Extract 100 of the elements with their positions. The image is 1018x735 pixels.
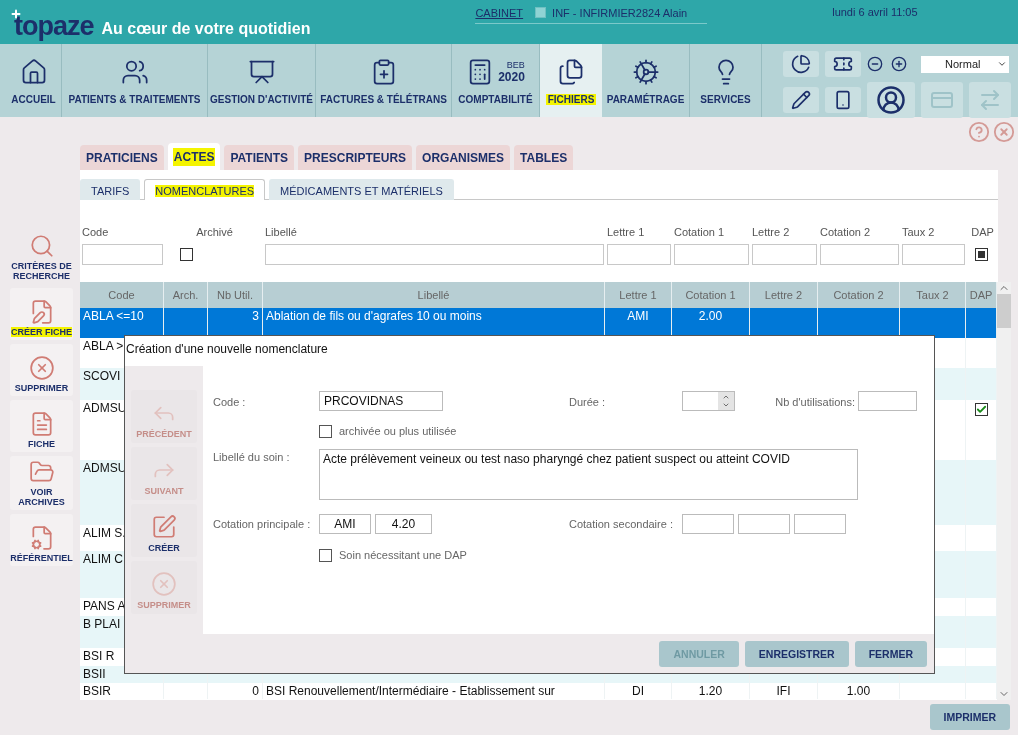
zoom-select[interactable]: Normal (921, 55, 1009, 73)
pencil-icon (791, 90, 811, 110)
zoom-out-icon[interactable] (867, 56, 883, 72)
nav-label: PATIENTS & TRAITEMENTS (67, 94, 202, 105)
tab[interactable]: ACTES (167, 143, 221, 170)
user-name: INF - INFIRMIER2824 Alain (552, 6, 688, 19)
scroll-thumb[interactable] (997, 294, 1011, 328)
pie-chart-icon (791, 54, 811, 74)
nav-item[interactable]: SERVICES (690, 44, 762, 117)
letter-field[interactable] (682, 514, 734, 534)
nav-label: FACTURES & TÉLÉTRANS (319, 94, 448, 105)
letter-field[interactable]: AMI (319, 514, 371, 534)
nav-item[interactable]: FACTURES & TÉLÉTRANS (316, 44, 452, 117)
table-cell: 0 (208, 683, 263, 699)
nav-item[interactable]: ACCUEIL (6, 44, 62, 117)
checkbox[interactable] (319, 548, 332, 562)
tab[interactable]: TABLES (514, 145, 574, 170)
nav-label: PARAMÉTRAGE (605, 94, 686, 105)
nav-item[interactable]: PARAMÉTRAGE (602, 44, 690, 117)
people-icon (120, 58, 149, 86)
close-icon[interactable] (993, 121, 1015, 143)
tab[interactable]: PRATICIENS (80, 145, 164, 170)
zoom-in-icon[interactable] (891, 56, 907, 72)
field-label: Cotation secondaire : (569, 518, 674, 530)
filter-input[interactable] (752, 244, 817, 265)
search-icon (28, 233, 55, 259)
filter-input[interactable] (607, 244, 671, 265)
sidebar-button[interactable]: VOIR ARCHIVES (10, 456, 73, 510)
pencil-button[interactable] (783, 87, 819, 113)
phone-icon (833, 90, 853, 110)
print-button[interactable]: IMPRIMER (929, 704, 1010, 730)
nav-label: COMPTABILITÉ (457, 94, 534, 105)
filter-label: Lettre 2 (751, 226, 790, 238)
phone-button[interactable] (825, 87, 861, 113)
nav-label: FICHIERS (545, 94, 597, 105)
sidebar-button[interactable]: FICHE (10, 400, 73, 452)
help-icon[interactable] (968, 121, 990, 143)
filter-input[interactable] (674, 244, 749, 265)
field-label: Libellé du soin : (213, 451, 291, 463)
nav-item[interactable]: GESTION D'ACTIVITÉ (208, 44, 316, 117)
sidebar-button[interactable]: CRÉER FICHE (10, 288, 73, 340)
transfer-button[interactable] (969, 82, 1011, 118)
subtab[interactable]: TARIFS (80, 179, 141, 200)
checkbox[interactable] (319, 424, 332, 438)
settings-icon (631, 58, 660, 86)
delete-icon (28, 355, 55, 381)
pie-chart-button[interactable] (783, 51, 819, 77)
field-label: Cotation principale : (213, 518, 312, 530)
filter-label: Code (81, 226, 109, 238)
year-code: BEB (506, 60, 525, 70)
sidebar-button[interactable]: SUPPRIMER (10, 344, 73, 396)
cabinet-link[interactable]: CABINET (475, 6, 524, 19)
filter-input[interactable] (820, 244, 899, 265)
code-field[interactable]: PRCOVIDNAS (319, 391, 443, 411)
value-field[interactable]: 4.20 (375, 514, 432, 534)
field-label: Code : (213, 396, 247, 408)
field-label: Nb d'utilisations: (775, 396, 855, 408)
filter-label: Lettre 1 (606, 226, 645, 238)
filter-label: Taux 2 (901, 226, 935, 238)
usage-count-field[interactable] (858, 391, 917, 411)
user-icon (876, 85, 906, 115)
description-field[interactable]: Acte prélèvement veineux ou test naso pharyngé chez patient suspect ou atteint COVID (319, 449, 858, 500)
table-cell: 1.20 (672, 683, 750, 699)
transfer-arrows-icon (978, 88, 1002, 112)
sidebar-button[interactable]: CRITÈRES DE RECHERCHE (10, 230, 73, 284)
duration-spinner[interactable] (682, 391, 735, 411)
subtab[interactable]: MÉDICAMENTS ET MATÉRIELS (269, 179, 454, 200)
subtab[interactable]: NOMENCLATURES (144, 179, 266, 200)
dialog-button[interactable]: FERMER (854, 640, 927, 667)
table-row[interactable]: BSIR 0 BSI Renouvellement/Intermédiaire - Etablissement sur DI 1.20 IFI 1.00 (80, 683, 997, 699)
nav-label: GESTION D'ACTIVITÉ (209, 94, 314, 105)
nav-label: SERVICES (699, 94, 752, 105)
ticket-button[interactable] (825, 51, 861, 77)
sidebar-button[interactable]: RÉFÉRENTIEL (10, 514, 73, 566)
scrollbar[interactable] (997, 282, 1011, 700)
table-cell: BSI Renouvellement/Intermédiaire - Etablissement sur (263, 683, 605, 699)
checkbox-label: Soin nécessitant une DAP (339, 549, 467, 561)
checkbox-label: archivée ou plus utilisée (339, 425, 457, 437)
user-button[interactable] (867, 82, 915, 118)
dialog-button[interactable]: ENREGISTRER (744, 640, 849, 667)
nav-item[interactable]: FICHIERS (540, 44, 602, 117)
table-cell: BSIR (80, 683, 164, 699)
selected-table-row[interactable]: ABLA <=10 3 Ablation de fils ou d'agrafes 10 ou moins AMI 2.00 (80, 308, 997, 338)
rate-field[interactable] (794, 514, 846, 534)
filter-input[interactable] (902, 244, 965, 265)
card-button[interactable] (921, 82, 963, 118)
table-cell: IFI (750, 683, 818, 699)
dialog-action-button[interactable]: CRÉER (131, 504, 197, 557)
nav-label: ACCUEIL (10, 94, 57, 105)
filter-input[interactable] (82, 244, 163, 265)
tab[interactable]: PATIENTS (224, 145, 295, 170)
tab[interactable]: PRESCRIPTEURS (298, 145, 413, 170)
value-field[interactable] (738, 514, 790, 534)
dropdown-caret-icon (997, 59, 1007, 69)
filter-checkbox[interactable] (180, 248, 193, 261)
filter-input[interactable] (265, 244, 604, 265)
nav-item[interactable]: PATIENTS & TRAITEMENTS (62, 44, 208, 117)
filter-checkbox[interactable] (975, 248, 988, 261)
tab[interactable]: ORGANISMES (416, 145, 511, 170)
chart-board-icon (247, 58, 276, 86)
